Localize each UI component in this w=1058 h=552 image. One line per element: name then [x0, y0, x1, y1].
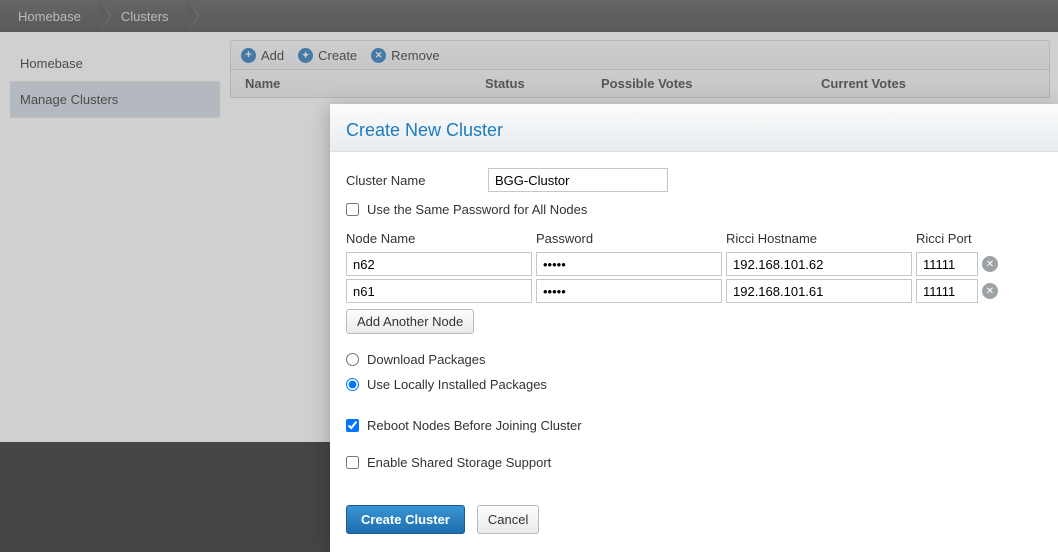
ricci-hostname-input[interactable]	[726, 279, 912, 303]
shared-storage-label: Enable Shared Storage Support	[367, 455, 551, 470]
download-packages-radio-input[interactable]	[346, 353, 359, 366]
same-password-label: Use the Same Password for All Nodes	[367, 202, 587, 217]
reboot-nodes-checkbox-input[interactable]	[346, 419, 359, 432]
same-password-checkbox[interactable]: Use the Same Password for All Nodes	[346, 202, 1042, 217]
ricci-port-input[interactable]	[916, 252, 978, 276]
dialog-title: Create New Cluster	[330, 104, 1058, 152]
ricci-port-input[interactable]	[916, 279, 978, 303]
node-col-ricci-host: Ricci Hostname	[726, 231, 912, 246]
cancel-button[interactable]: Cancel	[477, 505, 539, 534]
node-name-input[interactable]	[346, 252, 532, 276]
dialog-footer: Create Cluster Cancel	[330, 493, 1058, 552]
shared-storage-checkbox-input[interactable]	[346, 456, 359, 469]
node-password-input[interactable]	[536, 252, 722, 276]
same-password-checkbox-input[interactable]	[346, 203, 359, 216]
reboot-nodes-checkbox[interactable]: Reboot Nodes Before Joining Cluster	[346, 418, 1042, 433]
add-another-node-button[interactable]: Add Another Node	[346, 309, 474, 334]
delete-node-icon[interactable]	[982, 283, 998, 299]
create-cluster-button[interactable]: Create Cluster	[346, 505, 465, 534]
cluster-name-label: Cluster Name	[346, 173, 478, 188]
local-packages-radio[interactable]: Use Locally Installed Packages	[346, 377, 1042, 392]
node-password-input[interactable]	[536, 279, 722, 303]
reboot-nodes-label: Reboot Nodes Before Joining Cluster	[367, 418, 582, 433]
local-packages-label: Use Locally Installed Packages	[367, 377, 547, 392]
download-packages-radio[interactable]: Download Packages	[346, 352, 1042, 367]
dialog-body: Cluster Name Use the Same Password for A…	[330, 152, 1058, 493]
shared-storage-checkbox[interactable]: Enable Shared Storage Support	[346, 455, 1042, 470]
node-col-ricci-port: Ricci Port	[916, 231, 978, 246]
node-row	[346, 252, 1042, 276]
delete-node-icon[interactable]	[982, 256, 998, 272]
create-cluster-dialog: Create New Cluster Cluster Name Use the …	[330, 104, 1058, 552]
node-col-name: Node Name	[346, 231, 532, 246]
local-packages-radio-input[interactable]	[346, 378, 359, 391]
node-table: Node Name Password Ricci Hostname Ricci …	[346, 231, 1042, 303]
node-row	[346, 279, 1042, 303]
cluster-name-input[interactable]	[488, 168, 668, 192]
download-packages-label: Download Packages	[367, 352, 486, 367]
node-name-input[interactable]	[346, 279, 532, 303]
ricci-hostname-input[interactable]	[726, 252, 912, 276]
node-col-password: Password	[536, 231, 722, 246]
